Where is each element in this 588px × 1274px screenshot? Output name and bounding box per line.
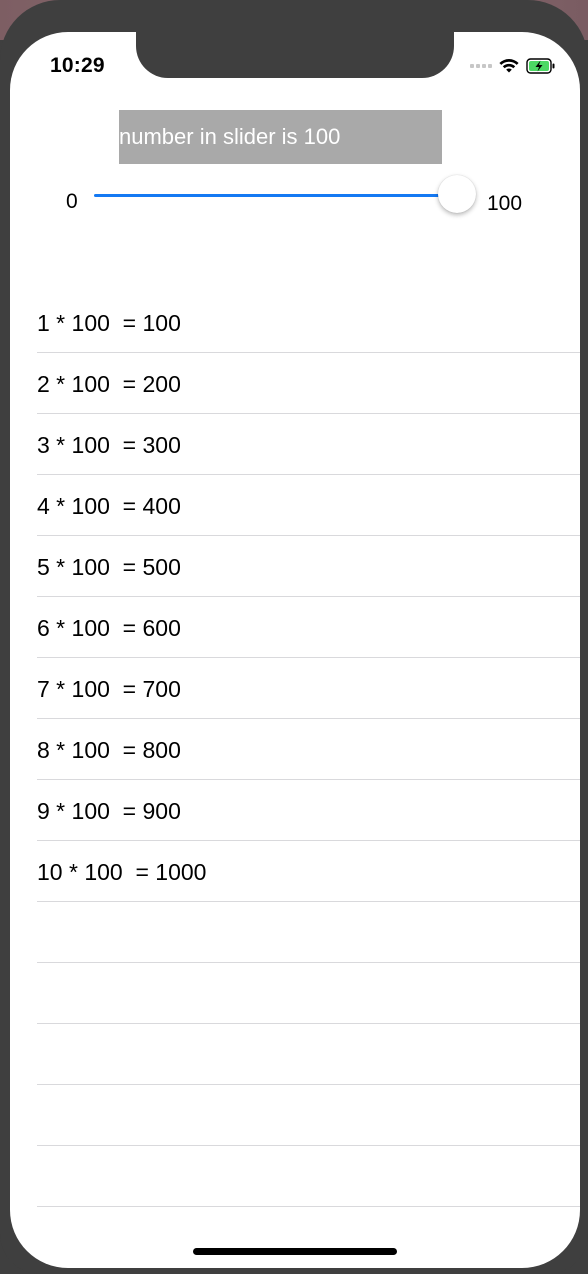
multiplication-table: 1 * 100 = 100 2 * 100 = 200 3 * 100 = 30… — [10, 292, 580, 1207]
table-row[interactable] — [37, 1024, 580, 1085]
table-row[interactable]: 9 * 100 = 900 — [37, 780, 580, 841]
table-row[interactable]: 5 * 100 = 500 — [37, 536, 580, 597]
row-text: 5 * 100 = 500 — [37, 554, 181, 580]
slider-min-label: 0 — [66, 190, 78, 213]
table-row[interactable] — [37, 963, 580, 1024]
app-screen: 10:29 number in slider is 100 0 100 1 * — [10, 32, 580, 1268]
table-row[interactable]: 1 * 100 = 100 — [37, 292, 580, 353]
status-time: 10:29 — [50, 54, 105, 77]
slider-thumb[interactable] — [438, 175, 476, 213]
slider-max-label: 100 — [487, 192, 523, 215]
row-text: 1 * 100 = 100 — [37, 310, 181, 336]
row-text: 2 * 100 = 200 — [37, 371, 181, 397]
slider-track[interactable] — [94, 194, 458, 197]
cellular-signal-icon — [470, 64, 492, 68]
notch — [136, 32, 454, 78]
row-text: 9 * 100 = 900 — [37, 798, 181, 824]
table-row[interactable]: 6 * 100 = 600 — [37, 597, 580, 658]
table-row[interactable]: 7 * 100 = 700 — [37, 658, 580, 719]
row-text: 6 * 100 = 600 — [37, 615, 181, 641]
device-frame: 10:29 number in slider is 100 0 100 1 * — [0, 0, 588, 1274]
table-row[interactable]: 2 * 100 = 200 — [37, 353, 580, 414]
table-row[interactable]: 10 * 100 = 1000 — [37, 841, 580, 902]
wifi-icon — [499, 59, 519, 73]
table-row[interactable]: 4 * 100 = 400 — [37, 475, 580, 536]
home-indicator[interactable] — [193, 1248, 397, 1255]
status-icons — [470, 56, 556, 76]
table-row[interactable] — [37, 902, 580, 963]
row-text: 7 * 100 = 700 — [37, 676, 181, 702]
slider-value-label: number in slider is 100 — [119, 110, 442, 164]
table-row[interactable] — [37, 1085, 580, 1146]
table-row[interactable] — [37, 1146, 580, 1207]
row-text: 4 * 100 = 400 — [37, 493, 181, 519]
row-text: 10 * 100 = 1000 — [37, 859, 207, 885]
battery-charging-icon — [526, 58, 555, 74]
row-text: 3 * 100 = 300 — [37, 432, 181, 458]
table-row[interactable]: 8 * 100 = 800 — [37, 719, 580, 780]
row-text: 8 * 100 = 800 — [37, 737, 181, 763]
table-row[interactable]: 3 * 100 = 300 — [37, 414, 580, 475]
